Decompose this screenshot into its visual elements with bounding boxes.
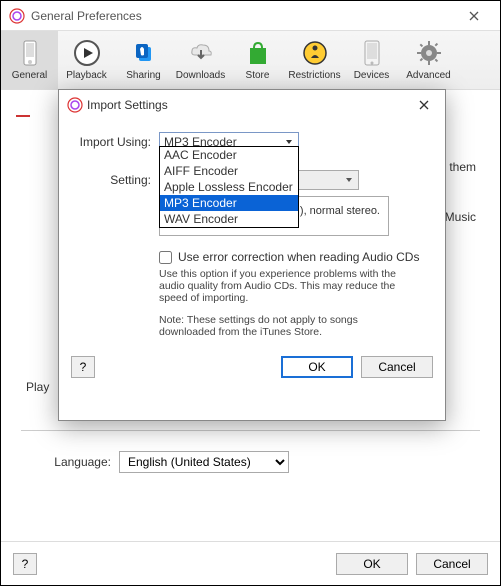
store-note: Note: These settings do not apply to son… <box>159 314 409 338</box>
tab-devices[interactable]: Devices <box>343 31 400 89</box>
gear-icon <box>415 39 443 67</box>
store-icon <box>244 39 272 67</box>
devices-icon <box>358 39 386 67</box>
playback-icon <box>73 39 101 67</box>
close-icon[interactable] <box>456 4 492 28</box>
cut-fragment <box>16 115 30 117</box>
sharing-icon <box>130 39 158 67</box>
tab-downloads[interactable]: Downloads <box>172 31 229 89</box>
dialog-titlebar: Import Settings <box>59 90 445 120</box>
divider <box>21 430 480 431</box>
downloads-icon <box>187 39 215 67</box>
tab-label: Playback <box>66 70 107 82</box>
tab-restrictions[interactable]: Restrictions <box>286 31 343 89</box>
tab-label: Store <box>246 70 270 82</box>
itunes-icon <box>9 8 25 24</box>
error-correction-label: Use error correction when reading Audio … <box>178 250 419 264</box>
encoder-option-aac[interactable]: AAC Encoder <box>160 147 298 163</box>
restrictions-icon <box>301 39 329 67</box>
help-button[interactable]: ? <box>71 356 95 378</box>
tab-sharing[interactable]: Sharing <box>115 31 172 89</box>
tab-label: Advanced <box>406 70 450 82</box>
cancel-button[interactable]: Cancel <box>361 356 433 378</box>
truncated-label: Play <box>26 380 49 394</box>
window-title: General Preferences <box>31 9 456 23</box>
dialog-body: Import Using: MP3 Encoder AAC Encoder AI… <box>59 120 445 348</box>
language-label: Language: <box>21 455 111 469</box>
close-icon[interactable] <box>411 93 437 117</box>
encoder-option-aiff[interactable]: AIFF Encoder <box>160 163 298 179</box>
tab-general[interactable]: General <box>1 31 58 89</box>
encoder-dropdown: AAC Encoder AIFF Encoder Apple Lossless … <box>159 146 299 228</box>
tab-playback[interactable]: Playback <box>58 31 115 89</box>
setting-label: Setting: <box>75 170 151 187</box>
encoder-option-wav[interactable]: WAV Encoder <box>160 211 298 227</box>
ok-button[interactable]: OK <box>281 356 353 378</box>
tab-label: Restrictions <box>288 70 340 82</box>
import-using-label: Import Using: <box>75 132 151 149</box>
encoder-option-lossless[interactable]: Apple Lossless Encoder <box>160 179 298 195</box>
tab-label: General <box>12 70 48 82</box>
tab-store[interactable]: Store <box>229 31 286 89</box>
itunes-icon <box>67 97 83 113</box>
error-correction-hint: Use this option if you experience proble… <box>159 268 409 304</box>
import-settings-dialog: Import Settings Import Using: MP3 Encode… <box>58 89 446 421</box>
error-correction-checkbox[interactable] <box>159 251 172 264</box>
encoder-option-mp3[interactable]: MP3 Encoder <box>160 195 298 211</box>
tab-advanced[interactable]: Advanced <box>400 31 457 89</box>
tab-label: Downloads <box>176 70 225 82</box>
dialog-button-bar: ? OK Cancel <box>59 348 445 386</box>
window-titlebar: General Preferences <box>1 1 500 31</box>
tab-label: Devices <box>354 70 390 82</box>
window-button-bar: ? OK Cancel <box>1 541 500 585</box>
ok-button[interactable]: OK <box>336 553 408 575</box>
cancel-button[interactable]: Cancel <box>416 553 488 575</box>
chevron-down-icon <box>344 175 354 185</box>
language-select[interactable]: English (United States) <box>119 451 289 473</box>
preferences-tabs: General Playback Sharing Downloads Store… <box>1 31 500 90</box>
tab-label: Sharing <box>126 70 160 82</box>
dialog-title: Import Settings <box>87 98 411 112</box>
help-button[interactable]: ? <box>13 553 37 575</box>
general-icon <box>16 39 44 67</box>
